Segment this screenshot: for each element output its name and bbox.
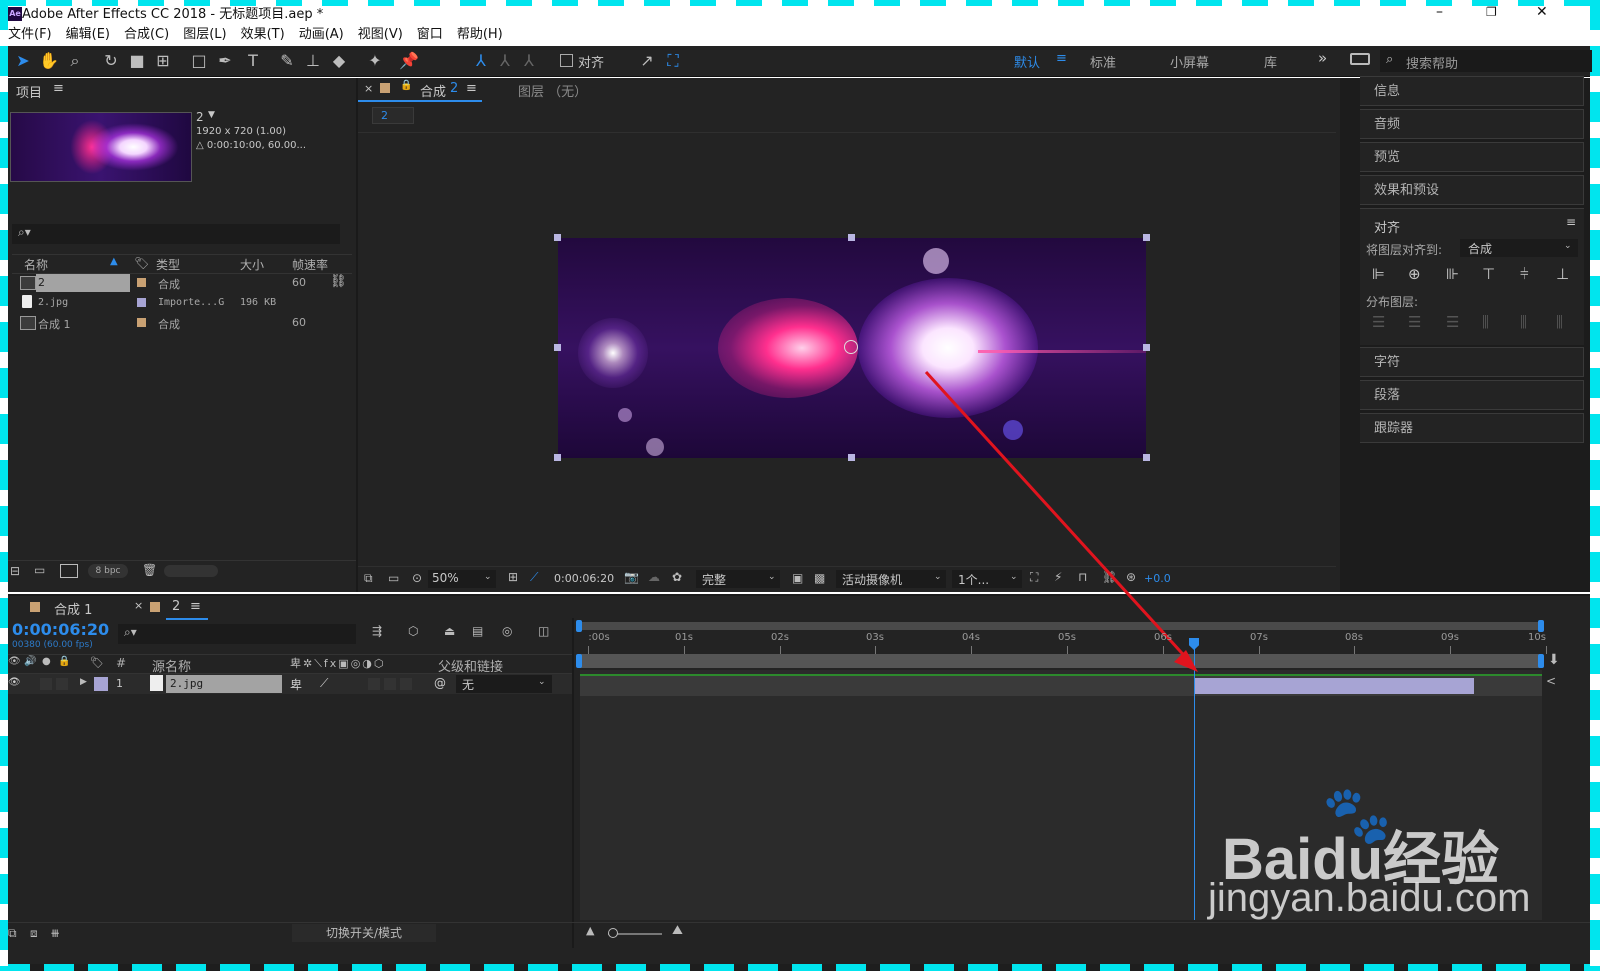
ruler-label: 03s [866,632,884,643]
ruler-tick [684,646,685,654]
ruler-label: 06s [1154,632,1172,643]
ruler-label: :00s [588,632,610,643]
ruler-label: 02s [771,632,789,643]
ruler-label: 09s [1441,632,1459,643]
ruler-label: 05s [1058,632,1076,643]
ruler-tick [1067,646,1068,654]
ruler-tick [1163,646,1164,654]
ruler-tick [875,646,876,654]
watermark: 🐾 Baidu经验 jingyan.baidu.com [1208,783,1556,946]
ruler-tick [1450,646,1451,654]
ruler-tick [780,646,781,654]
ruler-tick [588,646,589,654]
watermark-url: jingyan.baidu.com [1208,876,1531,920]
ruler-label: 08s [1345,632,1363,643]
ruler-tick [971,646,972,654]
ruler-tick [1354,646,1355,654]
ruler-label: 01s [675,632,693,643]
ruler-label: 07s [1250,632,1268,643]
ruler-tick [1259,646,1260,654]
ruler-label: 10s [1528,632,1546,643]
ruler-label: 04s [962,632,980,643]
ruler-tick [1546,646,1547,654]
